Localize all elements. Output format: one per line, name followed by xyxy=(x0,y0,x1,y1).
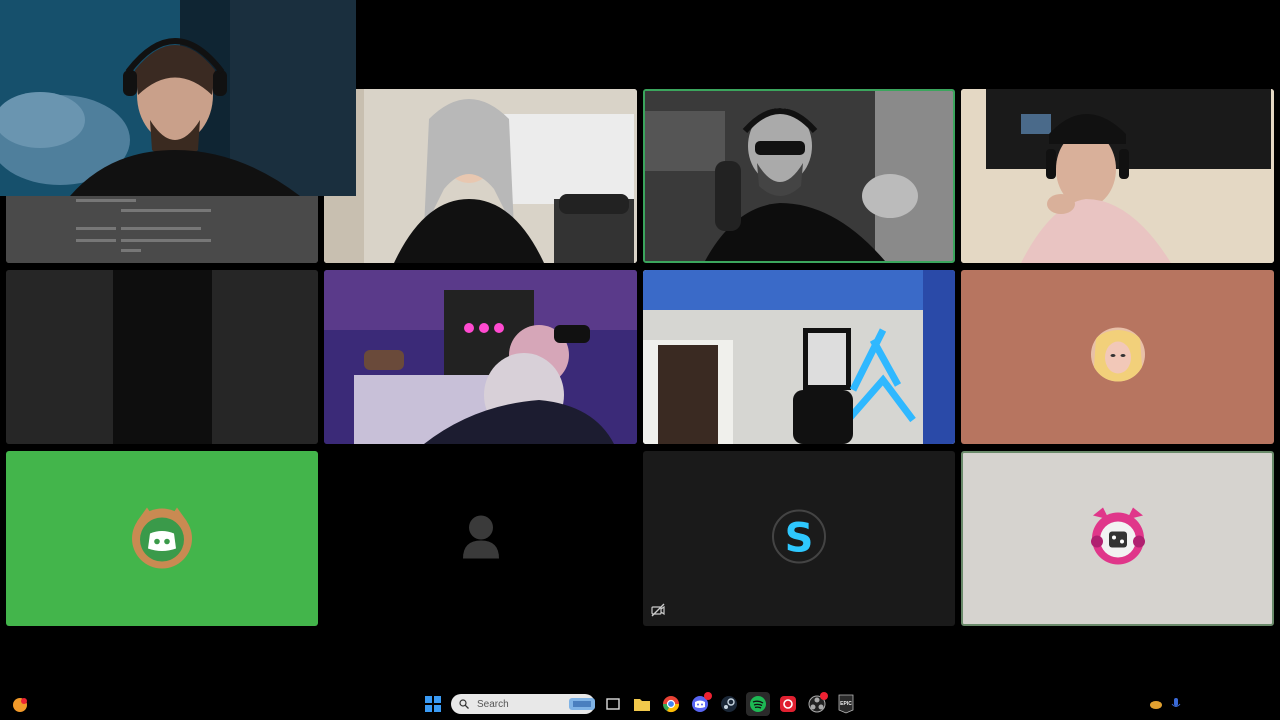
participant-tile-no-video[interactable] xyxy=(324,451,637,626)
avatar xyxy=(461,514,501,563)
spotify-icon xyxy=(750,696,766,712)
search-highlight-icon xyxy=(569,697,595,711)
participant-tile-video-speaking[interactable] xyxy=(643,89,955,263)
participant-tile-avatar[interactable]: S xyxy=(643,451,955,626)
avatar-image xyxy=(1090,327,1145,382)
streamer-webcam-overlay xyxy=(0,0,356,196)
task-view-icon xyxy=(606,698,620,710)
epic-games-button[interactable]: EPIC xyxy=(834,692,858,716)
participant-tile-avatar[interactable] xyxy=(961,270,1274,444)
avatar-image: S xyxy=(772,509,826,563)
obs-button[interactable] xyxy=(805,692,829,716)
app-icon xyxy=(780,696,796,712)
participant-tile-video[interactable] xyxy=(324,89,637,263)
red-app-button[interactable] xyxy=(776,692,800,716)
avatar xyxy=(129,503,195,574)
webcam-scene xyxy=(0,0,356,196)
search-icon xyxy=(459,699,469,709)
windows-icon xyxy=(425,696,441,712)
file-explorer-button[interactable] xyxy=(630,692,654,716)
steam-icon xyxy=(721,696,737,712)
participant-tile-avatar[interactable] xyxy=(6,451,318,626)
participant-video xyxy=(324,89,637,263)
taskbar-search[interactable] xyxy=(451,694,595,714)
participant-tile-video[interactable] xyxy=(6,270,318,444)
steam-button[interactable] xyxy=(717,692,741,716)
participant-tile-video[interactable] xyxy=(961,89,1274,263)
avatar xyxy=(1085,505,1151,572)
task-view-button[interactable] xyxy=(601,692,625,716)
chrome-button[interactable] xyxy=(659,692,683,716)
participant-tile-video[interactable] xyxy=(324,270,637,444)
participant-video xyxy=(324,270,637,444)
participant-video xyxy=(645,91,953,261)
search-input[interactable] xyxy=(475,697,569,711)
camera-off-icon xyxy=(651,603,665,622)
epic-games-icon: EPIC xyxy=(838,694,854,714)
notification-badge xyxy=(704,692,712,700)
participant-video xyxy=(6,270,318,444)
participant-tile-avatar[interactable] xyxy=(961,451,1274,626)
discord-cat-avatar-icon xyxy=(132,507,192,568)
tray-mic-icon[interactable] xyxy=(1164,692,1188,716)
avatar-letter: S xyxy=(785,515,814,561)
avatar xyxy=(1090,327,1145,387)
weather-icon xyxy=(13,698,27,712)
epic-label: EPIC xyxy=(840,701,852,707)
participant-tile-video[interactable] xyxy=(643,270,955,444)
notification-badge xyxy=(820,692,828,700)
avatar: S xyxy=(772,509,826,568)
chrome-icon xyxy=(662,696,680,713)
participant-video xyxy=(961,89,1274,263)
spotify-button[interactable] xyxy=(746,692,770,716)
start-button[interactable] xyxy=(421,692,445,716)
participant-video xyxy=(643,270,955,444)
weather-widget[interactable] xyxy=(8,692,32,716)
discord-button[interactable] xyxy=(688,692,712,716)
avatar-image xyxy=(1090,507,1145,564)
folder-icon xyxy=(634,699,650,711)
user-silhouette-icon xyxy=(462,515,499,558)
